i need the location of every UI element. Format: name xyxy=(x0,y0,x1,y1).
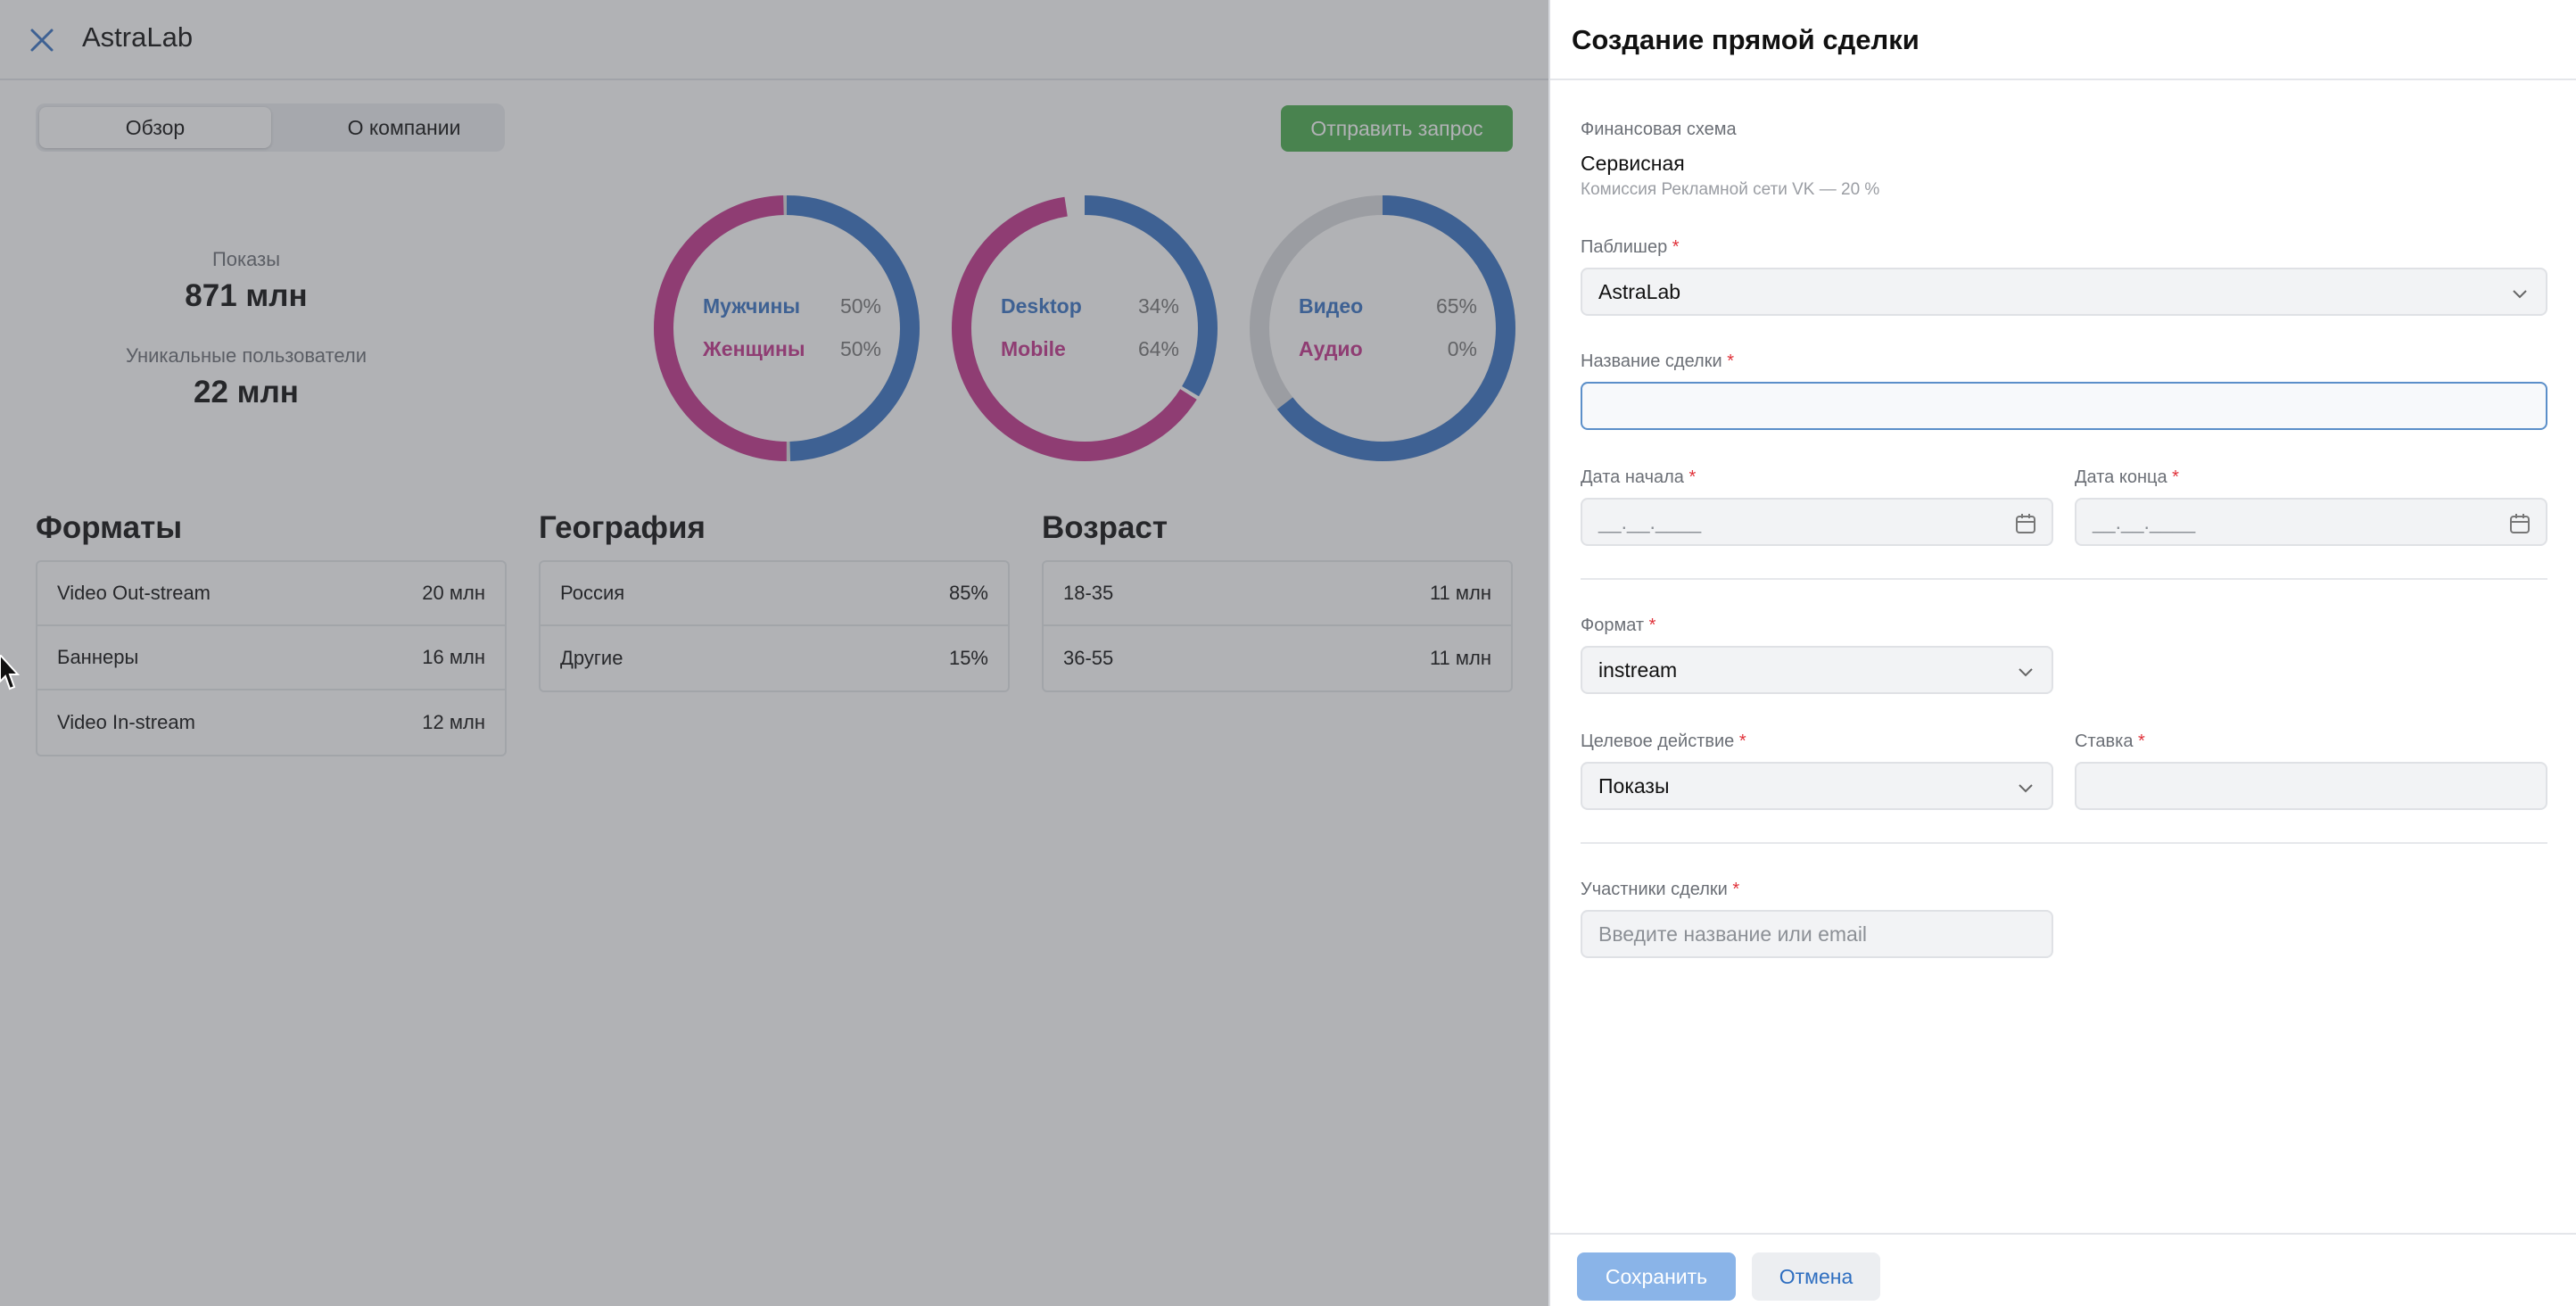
publisher-select[interactable]: AstraLab xyxy=(1581,268,2547,316)
rate-label: Ставка * xyxy=(2075,732,2145,752)
target-action-select[interactable]: Показы xyxy=(1581,762,2053,810)
chevron-down-icon xyxy=(2019,784,2033,793)
target-action-label: Целевое действие * xyxy=(1581,732,1746,752)
publisher-label-text: Паблишер xyxy=(1581,237,1668,257)
required-mark: * xyxy=(1672,237,1680,257)
required-mark: * xyxy=(2172,467,2179,487)
chevron-down-icon xyxy=(2513,290,2527,299)
finance-scheme-note: Комиссия Рекламной сети VK — 20 % xyxy=(1581,180,1880,199)
section-divider xyxy=(1581,578,2547,580)
end-date-placeholder: __.__.____ xyxy=(2093,509,2196,533)
end-date-input[interactable]: __.__.____ xyxy=(2075,498,2547,546)
modal-backdrop[interactable] xyxy=(0,0,1548,1306)
create-deal-panel: Создание прямой сделки Финансовая схема … xyxy=(1548,0,2576,1306)
mouse-cursor-icon xyxy=(0,655,20,690)
target-action-label-text: Целевое действие xyxy=(1581,732,1735,751)
chevron-down-icon xyxy=(2019,668,2033,677)
format-label-text: Формат xyxy=(1581,616,1645,635)
deal-name-input[interactable] xyxy=(1581,382,2547,430)
finance-scheme-label: Финансовая схема xyxy=(1581,120,1737,139)
save-button[interactable]: Сохранить xyxy=(1577,1252,1736,1301)
participants-placeholder: Введите название или email xyxy=(1598,922,1868,946)
publisher-select-value: AstraLab xyxy=(1598,279,1681,303)
required-mark: * xyxy=(1732,880,1740,899)
finance-scheme-value: Сервисная xyxy=(1581,152,1685,175)
section-divider xyxy=(1581,842,2547,844)
format-select-value: instream xyxy=(1598,657,1678,682)
deal-name-label-text: Название сделки xyxy=(1581,351,1722,371)
publisher-label: Паблишер * xyxy=(1581,237,1680,258)
format-select[interactable]: instream xyxy=(1581,646,2053,694)
format-label: Формат * xyxy=(1581,616,1655,636)
participants-label: Участники сделки * xyxy=(1581,880,1739,900)
deal-name-label: Название сделки * xyxy=(1581,351,1734,372)
panel-header: Создание прямой сделки xyxy=(1550,0,2576,80)
required-mark: * xyxy=(1738,732,1746,751)
start-date-placeholder: __.__.____ xyxy=(1598,509,1702,533)
rate-input[interactable] xyxy=(2075,762,2547,810)
cancel-button[interactable]: Отмена xyxy=(1752,1252,1880,1301)
end-date-label-text: Дата конца xyxy=(2075,467,2167,487)
required-mark: * xyxy=(2138,732,2145,751)
start-date-input[interactable]: __.__.____ xyxy=(1581,498,2053,546)
participants-label-text: Участники сделки xyxy=(1581,880,1728,899)
start-date-label-text: Дата начала xyxy=(1581,467,1684,487)
panel-footer: Сохранить Отмена xyxy=(1550,1233,2576,1306)
panel-title: Создание прямой сделки xyxy=(1572,24,1920,55)
participants-input[interactable]: Введите название или email xyxy=(1581,910,2053,958)
required-mark: * xyxy=(1648,616,1656,635)
calendar-icon[interactable] xyxy=(2014,512,2037,535)
start-date-label: Дата начала * xyxy=(1581,467,1696,488)
calendar-icon[interactable] xyxy=(2508,512,2531,535)
required-mark: * xyxy=(1727,351,1735,371)
rate-label-text: Ставка xyxy=(2075,732,2134,751)
required-mark: * xyxy=(1688,467,1697,487)
target-action-select-value: Показы xyxy=(1598,773,1670,798)
end-date-label: Дата конца * xyxy=(2075,467,2179,488)
